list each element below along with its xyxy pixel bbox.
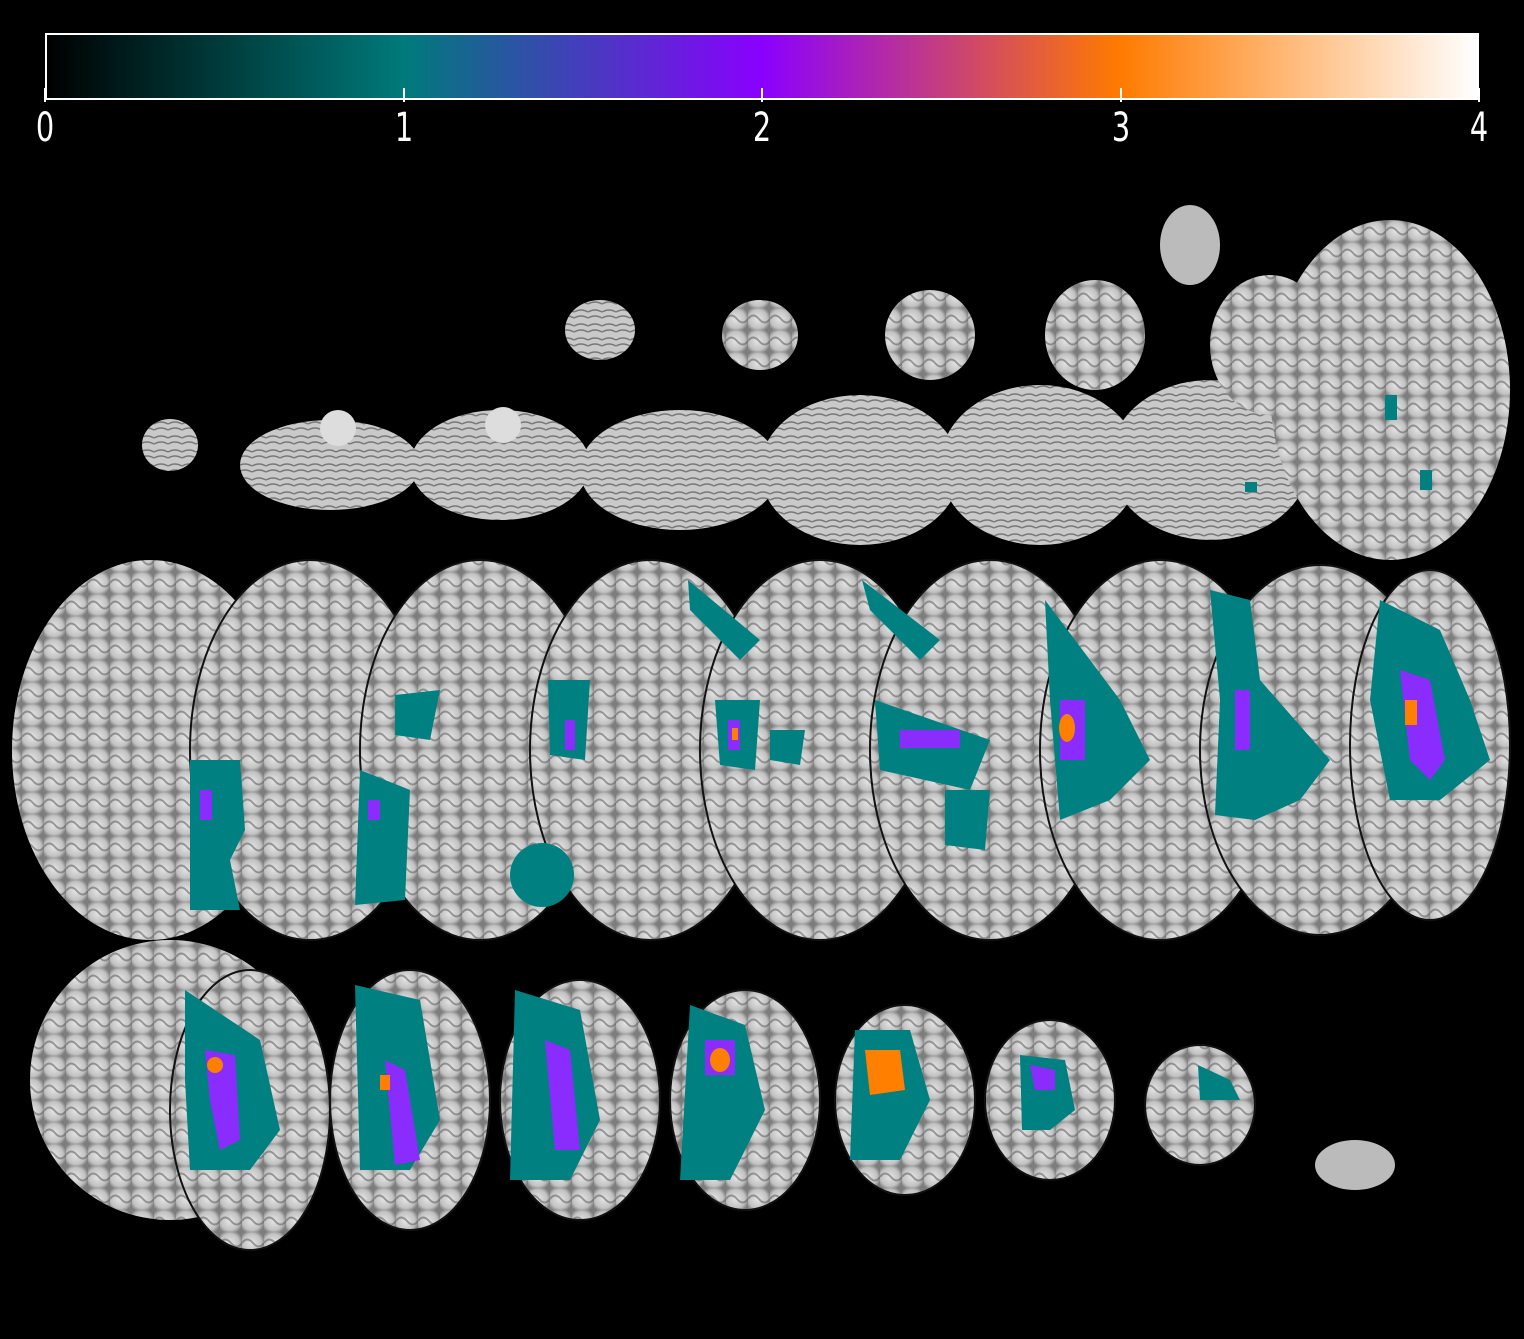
slice-row-1 (142, 205, 1510, 560)
colorbar-tick (402, 88, 405, 102)
colorbar-tick (1478, 88, 1480, 102)
slice-row-2 (12, 559, 1511, 941)
slice-row-3 (30, 940, 1395, 1251)
colorbar-tick (44, 88, 46, 102)
brain-slice (240, 410, 420, 510)
colorbar-tick (761, 88, 763, 102)
colorbar-tick-label: 3 (1111, 105, 1130, 151)
colorbar-tick-label: 4 (1469, 105, 1489, 151)
colorbar-tick-label: 1 (394, 105, 413, 151)
brain-slice (1315, 1140, 1395, 1190)
brain-slice-montage (12, 205, 1511, 1251)
brain-slice (142, 419, 198, 471)
colorbar-tick (1119, 88, 1122, 102)
colorbar-tick-label: 0 (35, 105, 55, 151)
brain-slice (1144, 1044, 1256, 1166)
brain-slice (1270, 220, 1510, 560)
colorbar-tick-label: 2 (752, 105, 772, 151)
